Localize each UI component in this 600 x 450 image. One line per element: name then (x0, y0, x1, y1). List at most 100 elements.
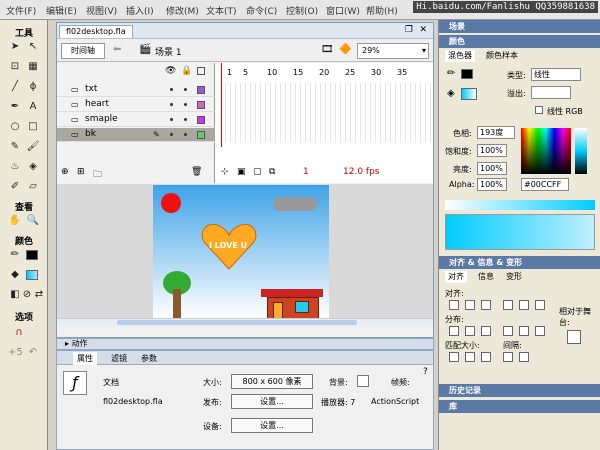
visible-dot[interactable] (170, 133, 173, 136)
lock-dot[interactable] (184, 103, 187, 106)
hand-tool-icon[interactable]: ✋ (8, 214, 22, 228)
menu-modify[interactable]: 修改(M) (166, 4, 199, 17)
edit-scene-icon[interactable]: 🎞 (321, 44, 334, 55)
actions-panel-header[interactable]: ▸ 动作 (56, 338, 434, 350)
frames-grid[interactable]: 1 5 10 15 20 25 30 35 ⊹ ▣ ▢ ⧉ 1 12.0 fps (215, 63, 433, 183)
brightness-slider[interactable] (575, 128, 587, 174)
pencil-tool-icon[interactable]: ✎ (8, 140, 22, 154)
scroll-thumb[interactable] (117, 320, 357, 325)
back-arrow-icon[interactable]: ⬅ (113, 44, 121, 55)
add-folder-icon[interactable]: 🗀 (93, 167, 102, 183)
playhead[interactable] (221, 63, 222, 147)
free-transform-icon[interactable]: ⊡ (8, 60, 22, 74)
menu-edit[interactable]: 编辑(E) (46, 4, 77, 17)
edit-multiple-icon[interactable]: ⧉ (269, 167, 275, 177)
fill-color-swatch[interactable] (26, 270, 38, 280)
zoom-tool-icon[interactable]: 🔍 (26, 214, 40, 228)
color-spectrum[interactable] (521, 128, 571, 174)
distribute-right-icon[interactable] (535, 326, 545, 336)
overflow-select[interactable] (531, 86, 571, 99)
stroke-pencil-icon[interactable]: ✏ (447, 68, 455, 79)
to-stage-button[interactable] (567, 330, 581, 344)
fill-transform-icon[interactable]: ▦ (26, 60, 40, 74)
stroke-color-icon[interactable]: ✏ (8, 248, 22, 262)
eraser-tool-icon[interactable]: ▱ (26, 180, 40, 194)
match-height-icon[interactable] (465, 352, 475, 362)
subselect-tool-icon[interactable]: ↖ (26, 40, 40, 54)
brightness-field[interactable]: 100% (477, 162, 507, 175)
type-select[interactable]: 线性 (531, 68, 581, 81)
tab-transform[interactable]: 变形 (503, 271, 525, 283)
fill-color-icon[interactable]: ◆ (8, 268, 22, 282)
distribute-top-icon[interactable] (449, 326, 459, 336)
align-bottom-icon[interactable] (535, 300, 545, 310)
line-tool-icon[interactable]: ╱ (8, 80, 22, 94)
help-icon[interactable]: ? (423, 367, 428, 377)
sun-shape[interactable] (161, 193, 181, 213)
history-panel-header[interactable]: 历史记录 (439, 384, 600, 397)
layer-color-swatch[interactable] (197, 131, 205, 139)
layer-row-smaple[interactable]: ▭ smaple (57, 113, 215, 127)
eye-header-icon[interactable]: 👁 (165, 66, 176, 76)
gradient-bar[interactable] (445, 200, 595, 210)
eyedropper-icon[interactable]: ✐ (8, 180, 22, 194)
tab-align[interactable]: 对齐 (445, 271, 467, 283)
layer-row-txt[interactable]: ▭ txt (57, 83, 215, 97)
align-right-icon[interactable] (481, 300, 491, 310)
edit-symbol-icon[interactable]: 🔶 (339, 44, 351, 55)
smooth-icon[interactable]: +5 (8, 346, 23, 360)
delete-layer-icon[interactable]: 🗑 (191, 167, 202, 177)
tab-filters[interactable]: 滤镜 (107, 352, 131, 365)
publish-settings-button[interactable]: 设置... (231, 394, 313, 409)
arrow-tool-icon[interactable]: ➤ (8, 40, 22, 54)
oval-tool-icon[interactable]: ○ (8, 120, 22, 134)
bg-color-swatch[interactable] (357, 375, 369, 387)
alpha-field[interactable]: 100% (477, 178, 507, 191)
tab-color-swatches[interactable]: 颜色样本 (483, 50, 521, 62)
distribute-hcenter-icon[interactable] (519, 326, 529, 336)
distribute-bottom-icon[interactable] (481, 326, 491, 336)
tab-parameters[interactable]: 参数 (137, 352, 161, 365)
library-panel-header[interactable]: 库 (439, 400, 600, 413)
menu-help[interactable]: 帮助(H) (366, 4, 398, 17)
align-top-icon[interactable] (503, 300, 513, 310)
lasso-tool-icon[interactable]: ϕ (26, 80, 40, 94)
visible-dot[interactable] (170, 103, 173, 106)
tab-color-mixer[interactable]: 混色器 (445, 50, 475, 62)
paint-bucket-icon[interactable]: ◈ (26, 160, 40, 174)
outline-header-icon[interactable] (197, 67, 205, 75)
menu-commands[interactable]: 命令(C) (246, 4, 277, 17)
stroke-swatch[interactable] (461, 69, 473, 79)
linear-rgb-checkbox[interactable] (535, 106, 543, 114)
menu-window[interactable]: 窗口(W) (326, 4, 360, 17)
menu-text[interactable]: 文本(T) (206, 4, 237, 17)
menu-view[interactable]: 视图(V) (86, 4, 117, 17)
onion-outline-icon[interactable]: ▢ (253, 167, 262, 177)
lock-dot[interactable] (184, 88, 187, 91)
brush-tool-icon[interactable]: 🖌 (26, 140, 40, 154)
distribute-left-icon[interactable] (503, 326, 513, 336)
distribute-vcenter-icon[interactable] (465, 326, 475, 336)
scene-panel-header[interactable]: 场景 (439, 20, 600, 33)
stroke-color-swatch[interactable] (26, 250, 38, 260)
hue-field[interactable]: 193度 (477, 126, 515, 139)
fill-bucket-icon[interactable]: ◈ (447, 88, 455, 99)
swap-colors-icon[interactable]: ⇄ (32, 288, 46, 302)
match-width-icon[interactable] (449, 352, 459, 362)
horizontal-scrollbar[interactable] (57, 318, 433, 326)
layer-row-bk[interactable]: ▭ bk ✎ (57, 128, 215, 142)
saturation-field[interactable]: 100% (477, 144, 507, 157)
match-both-icon[interactable] (481, 352, 491, 362)
color-panel-header[interactable]: 颜色 (439, 35, 600, 48)
lock-header-icon[interactable]: 🔒 (181, 66, 192, 76)
align-left-icon[interactable] (449, 300, 459, 310)
space-vertical-icon[interactable] (503, 352, 513, 362)
align-hcenter-icon[interactable] (465, 300, 475, 310)
frame-cells[interactable] (221, 83, 433, 143)
menu-file[interactable]: 文件(F) (6, 4, 36, 17)
layer-row-heart[interactable]: ▭ heart (57, 98, 215, 112)
zoom-select[interactable]: 29% ▾ (357, 43, 429, 59)
rectangle-tool-icon[interactable]: □ (26, 120, 40, 134)
size-button[interactable]: 800 x 600 像素 (231, 374, 313, 389)
lock-dot[interactable] (184, 118, 187, 121)
